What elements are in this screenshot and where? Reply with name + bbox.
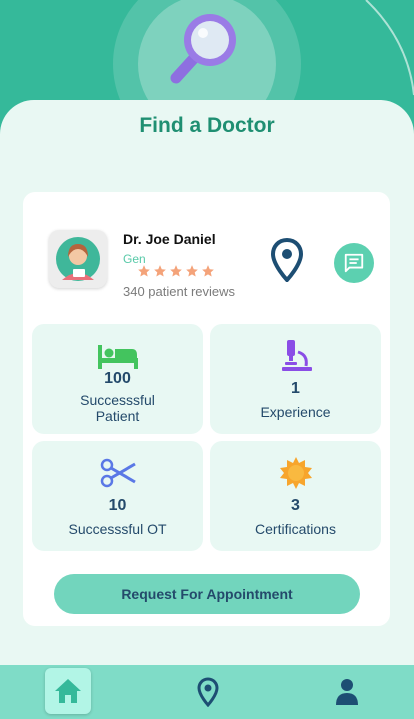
stat-icon-wrap — [32, 455, 203, 491]
doctor-avatar — [49, 230, 107, 288]
star-icon — [186, 265, 198, 277]
chat-icon — [344, 253, 364, 273]
stat-value: 10 — [108, 497, 127, 514]
page-title: Find a Doctor — [139, 114, 275, 137]
stat-icon-wrap — [210, 338, 381, 374]
nav-location[interactable] — [186, 672, 230, 712]
star-icon — [202, 265, 214, 277]
stat-label: Certifications — [255, 521, 336, 537]
magnifier-icon — [170, 14, 236, 84]
star-icon — [170, 265, 182, 277]
rating-stars — [137, 264, 215, 278]
star-icon — [138, 265, 150, 277]
nav-profile[interactable] — [325, 672, 369, 712]
stat-value: 3 — [291, 497, 300, 514]
doctor-name: Dr. Joe Daniel — [123, 231, 216, 247]
stat-card-patients: 100 Successsful Patient — [32, 324, 203, 434]
stat-icon-wrap — [210, 455, 381, 491]
chat-button[interactable] — [334, 243, 374, 283]
certificate-badge-icon — [279, 457, 312, 489]
stat-card-certifications: 3 Certifications — [210, 441, 381, 551]
stat-value: 100 — [104, 370, 131, 387]
stat-icon-wrap — [32, 338, 203, 374]
bed-icon — [97, 345, 138, 369]
location-pin-icon — [197, 677, 219, 707]
doctor-avatar-illustration — [56, 237, 100, 281]
stat-card-ot: 10 Successsful OT — [32, 441, 203, 551]
user-icon — [336, 679, 358, 705]
review-count: 340 patient reviews — [123, 284, 236, 299]
stat-label: Experience — [260, 404, 331, 420]
star-icon — [154, 265, 166, 277]
stat-value: 1 — [291, 380, 300, 397]
location-button[interactable] — [270, 237, 304, 287]
stat-label: Successsful OT — [68, 521, 167, 537]
microscope-icon — [281, 340, 312, 371]
home-icon — [55, 679, 81, 703]
scissors-icon — [100, 458, 136, 488]
location-pin-icon — [270, 237, 304, 283]
nav-home[interactable] — [45, 668, 91, 714]
stat-card-experience: 1 Experience — [210, 324, 381, 434]
stat-label: Successsful Patient — [80, 392, 155, 424]
request-appointment-button[interactable]: Request For Appointment — [54, 574, 360, 614]
